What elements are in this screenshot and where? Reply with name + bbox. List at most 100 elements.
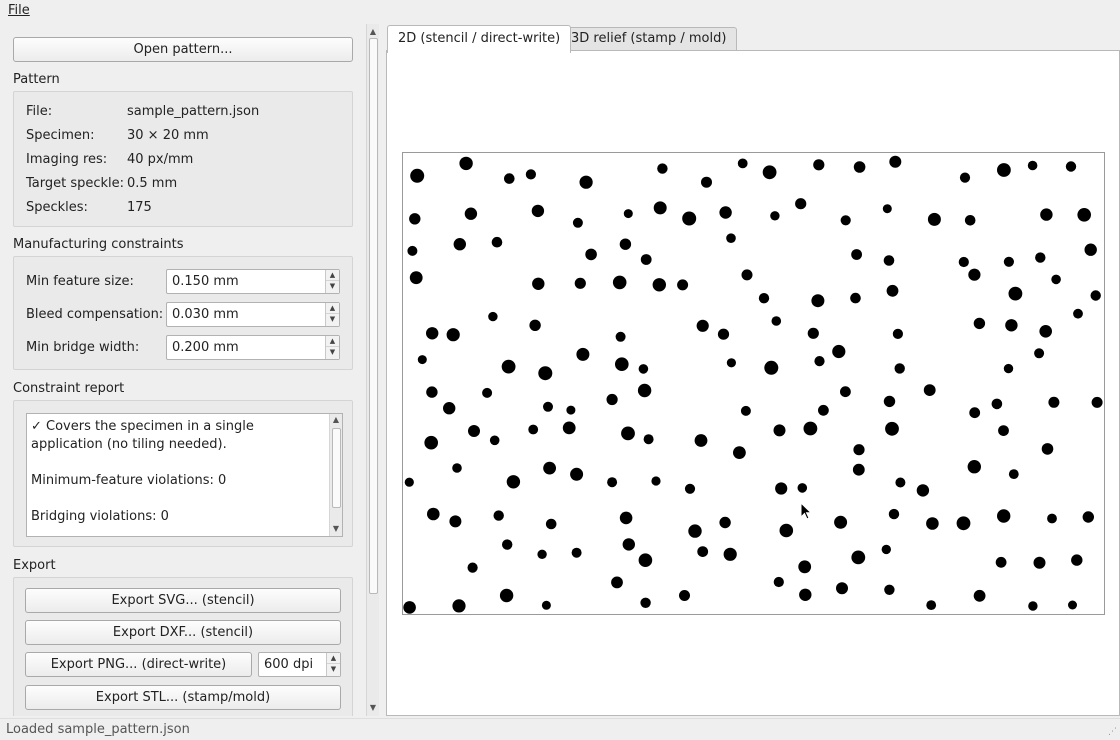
menu-file[interactable]: File <box>4 2 34 19</box>
speckle-dot <box>771 316 782 326</box>
speckle-dot <box>853 161 866 173</box>
report-text: ✓ Covers the specimen in a single applic… <box>31 419 254 524</box>
speckle-dot <box>694 434 708 447</box>
speckle-dot <box>459 156 473 171</box>
report-scrollbar[interactable]: ▲ ▼ <box>329 414 342 536</box>
speckle-dot <box>758 293 770 304</box>
speckle-dot <box>443 402 456 415</box>
speckle-dot <box>571 547 582 558</box>
spin-down-arrow-icon[interactable]: ▼ <box>327 664 340 675</box>
speckle-dot <box>958 256 969 268</box>
speckle-dot <box>545 518 557 530</box>
export-stl-button[interactable]: Export STL... (stamp/mold) <box>25 685 341 710</box>
speckle-dot <box>1065 161 1077 172</box>
scroll-up-arrow-icon[interactable]: ▲ <box>367 26 379 38</box>
speckle-dot <box>417 355 427 365</box>
bridge-spinbox[interactable]: 0.200 mm ▲ ▼ <box>166 335 340 360</box>
speckle-dot <box>1051 274 1061 285</box>
speckle-dot <box>619 511 633 525</box>
bridge-value[interactable]: 0.200 mm <box>172 340 239 355</box>
speckle-dot <box>1034 348 1045 359</box>
speckle-dot <box>1008 469 1019 479</box>
mouse-cursor-icon <box>800 502 813 520</box>
speckle-dot <box>967 460 981 474</box>
bleed-value[interactable]: 0.030 mm <box>172 307 239 322</box>
dpi-spinbox[interactable]: 600 dpi ▲ ▼ <box>258 652 341 677</box>
dpi-value[interactable]: 600 dpi <box>264 657 313 672</box>
speckle-dot <box>916 484 930 497</box>
spin-down-arrow-icon[interactable]: ▼ <box>326 281 339 292</box>
spin-up-arrow-icon[interactable]: ▲ <box>327 653 340 664</box>
speckle-dot <box>424 435 438 450</box>
speckle-dot <box>814 356 825 367</box>
speckle-dot <box>528 424 539 435</box>
scroll-down-arrow-icon[interactable]: ▼ <box>330 523 342 535</box>
tab-3d-relief[interactable]: 3D relief (stamp / mold) <box>560 27 738 51</box>
speckle-dot <box>619 238 632 250</box>
speckle-dot <box>956 516 971 531</box>
spin-up-arrow-icon[interactable]: ▲ <box>326 336 339 347</box>
status-bar: Loaded sample_pattern.json ⋰ <box>0 718 1120 740</box>
spin-down-arrow-icon[interactable]: ▼ <box>326 314 339 325</box>
speckle-dot <box>621 426 635 441</box>
speckle-dot <box>606 393 618 406</box>
speckle-dot <box>889 155 902 168</box>
speckle-pattern-canvas[interactable] <box>402 152 1105 615</box>
speckle-dot <box>537 549 547 559</box>
speckle-dot <box>741 269 753 281</box>
speckle-dot <box>570 467 584 481</box>
speckle-dot <box>764 360 779 375</box>
export-dxf-button[interactable]: Export DXF... (stencil) <box>25 620 341 645</box>
speckle-dot <box>453 238 466 251</box>
speckle-dot <box>1028 601 1038 611</box>
speckle-dot <box>888 508 900 520</box>
speckle-dot <box>840 386 851 398</box>
speckle-dot <box>493 510 504 521</box>
min-feature-value[interactable]: 0.150 mm <box>172 274 239 289</box>
speckle-dot <box>836 582 848 595</box>
speckle-dot <box>885 421 899 436</box>
speckle-dot <box>850 292 861 304</box>
speckle-dot <box>615 357 629 371</box>
speckle-dot <box>467 562 478 573</box>
speckle-dot <box>973 589 986 602</box>
speckle-dot <box>538 366 553 381</box>
resize-grip-icon[interactable]: ⋰ <box>1108 727 1117 737</box>
speckle-dot <box>622 538 635 551</box>
report-scroll-thumb[interactable] <box>332 428 341 508</box>
left-panel-scroll-thumb[interactable] <box>369 38 378 594</box>
speckle-dot <box>638 364 649 374</box>
export-png-button[interactable]: Export PNG... (direct-write) <box>25 652 252 677</box>
speckle-dot <box>775 482 788 495</box>
speckle-dot <box>562 421 576 435</box>
speckle-dot <box>468 425 480 437</box>
report-textbox[interactable]: ✓ Covers the specimen in a single applic… <box>26 413 343 537</box>
open-pattern-button[interactable]: Open pattern... <box>13 37 353 62</box>
export-svg-button[interactable]: Export SVG... (stencil) <box>25 588 341 613</box>
spin-down-arrow-icon[interactable]: ▼ <box>326 347 339 358</box>
speckle-dot <box>1071 554 1083 566</box>
tab-2d-stencil[interactable]: 2D (stencil / direct-write) <box>387 25 572 53</box>
speckle-dot <box>813 159 825 171</box>
constraints-section-title: Manufacturing constraints <box>13 237 184 252</box>
speckle-dot <box>852 463 865 476</box>
spin-up-arrow-icon[interactable]: ▲ <box>326 303 339 314</box>
spin-up-arrow-icon[interactable]: ▲ <box>326 270 339 281</box>
left-panel-scrollbar[interactable]: ▲ ▼ <box>366 24 379 716</box>
scroll-up-arrow-icon[interactable]: ▲ <box>330 414 342 426</box>
speckle-dot <box>409 271 423 285</box>
info-key: Imaging res: <box>26 152 108 167</box>
speckle-dot <box>973 317 986 330</box>
min-feature-spinbox[interactable]: 0.150 mm ▲ ▼ <box>166 269 340 294</box>
speckle-dot <box>997 509 1011 523</box>
speckle-dot <box>407 245 418 256</box>
speckle-dot <box>701 176 712 188</box>
speckle-dot <box>926 517 939 530</box>
speckle-dot <box>799 588 812 601</box>
scroll-down-arrow-icon[interactable]: ▼ <box>367 702 379 714</box>
speckle-dot <box>964 215 976 226</box>
speckle-dot <box>612 275 627 290</box>
speckle-dot <box>818 404 829 416</box>
speckle-dot <box>572 217 583 228</box>
bleed-spinbox[interactable]: 0.030 mm ▲ ▼ <box>166 302 340 327</box>
